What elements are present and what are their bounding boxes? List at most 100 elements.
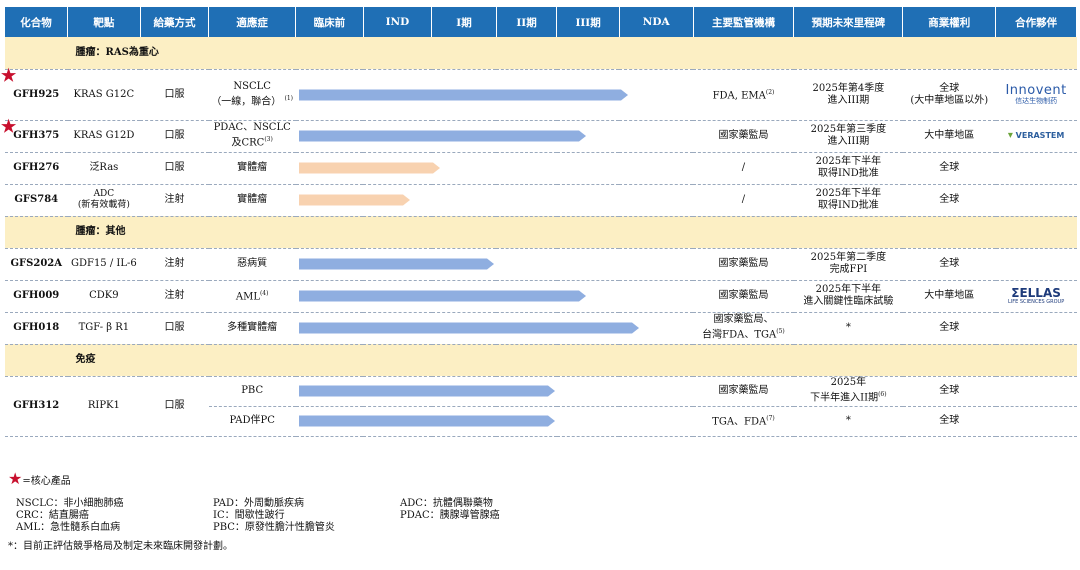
col-indication: 適應症 <box>208 7 297 37</box>
regulator-cell: 國家藥監局、 台灣FDA、TGA(5) <box>693 312 794 345</box>
partner-logo-innovent: Innovent 信达生物制药 <box>995 69 1077 121</box>
table-header: 化合物 靶點 給藥方式 適應症 臨床前 IND I期 II期 III期 NDA … <box>5 7 1077 37</box>
indication-cell: PBC <box>208 376 296 407</box>
milestone-cell: * <box>793 406 903 437</box>
progress-cell <box>295 312 694 345</box>
route-cell: 口服 <box>140 376 209 437</box>
progress-bar <box>298 162 440 174</box>
partner-cell <box>995 248 1077 281</box>
regulator-cell: FDA, EMA(2) <box>693 69 794 121</box>
legend-pdac: PDAC：胰腺導管腺癌 <box>400 510 500 521</box>
rights-cell: 全球 <box>902 184 996 217</box>
target-cell: 泛Ras <box>67 152 141 185</box>
indication-cell: NSCLC （一線，聯合） (1) <box>208 69 296 121</box>
col-regulator: 主要監管機構 <box>693 7 795 37</box>
rights-cell: 全球 <box>902 376 996 407</box>
rights-cell: 全球 <box>902 152 996 185</box>
progress-arrow <box>298 385 555 397</box>
progress-cell <box>295 248 694 281</box>
milestone-cell: 2025年 下半年進入II期(6) <box>793 376 903 407</box>
regulator-cell: 國家藥監局 <box>693 248 794 281</box>
col-compound: 化合物 <box>5 7 69 37</box>
target-cell: ADC (新有效載荷) <box>67 184 141 217</box>
compound-cell: GFH018 <box>5 312 68 345</box>
col-target: 靶點 <box>67 7 141 37</box>
target-cell: TGF- β R1 <box>67 312 141 345</box>
legend-note: *：目前正評估競爭格局及制定未來臨床開發計劃。 <box>8 541 233 552</box>
indication-cell: PAD伴PC <box>208 406 296 437</box>
progress-arrow <box>298 415 555 427</box>
target-cell: KRAS G12D <box>67 120 141 153</box>
col-nda: NDA <box>619 7 694 37</box>
col-ind: IND <box>363 7 433 37</box>
star-icon: ★ <box>8 469 23 488</box>
star-icon: ★ <box>1 65 17 86</box>
route-cell: 注射 <box>140 184 209 217</box>
regulator-cell: 國家藥監局 <box>693 376 794 407</box>
section-row: 免疫 <box>5 344 1077 377</box>
table-row: GFH018 TGF- β R1 口服 多種實體瘤 國家藥監局、 台灣FDA、TG… <box>5 312 1077 345</box>
milestone-cell: 2025年第4季度 進入III期 <box>793 69 903 121</box>
col-partner: 合作夥伴 <box>995 7 1077 37</box>
progress-bar <box>298 130 586 142</box>
progress-cell <box>295 184 694 217</box>
progress-bar <box>298 194 410 206</box>
rights-cell: 全球 <box>902 248 996 281</box>
regulator-cell: / <box>693 184 794 217</box>
route-cell: 口服 <box>140 312 209 345</box>
indication-cell: 實體瘤 <box>208 152 296 185</box>
section-title-immune: 免疫 <box>67 344 1077 377</box>
milestone-cell: 2025年第二季度 完成FPI <box>793 248 903 281</box>
target-cell: RIPK1 <box>67 376 141 437</box>
indication-cell: PDAC、NSCLC 及CRC(3) <box>208 120 296 153</box>
partner-cell <box>995 312 1077 345</box>
rights-cell: 全球 (大中華地區以外) <box>902 69 996 121</box>
progress-arrow <box>298 130 586 142</box>
route-cell: 注射 <box>140 280 209 313</box>
regulator-cell: 國家藥監局 <box>693 120 794 153</box>
col-milestone: 預期未來里程碑 <box>793 7 904 37</box>
legend-crc: CRC：結直腸癌 <box>16 510 89 521</box>
progress-bar <box>298 290 586 302</box>
progress-arrow <box>298 194 410 206</box>
table-row: GFH276 泛Ras 口服 實體瘤 / 2025年下半年 取得IND批准 全球 <box>5 152 1077 185</box>
table-row: ★ GFH375 KRAS G12D 口服 PDAC、NSCLC 及CRC(3) 國… <box>1 118 1077 153</box>
section-title-ras: 腫瘤：RAS為重心 <box>67 37 1077 70</box>
indication-cell: 多種實體瘤 <box>208 312 296 345</box>
progress-bar <box>298 322 639 334</box>
progress-cell <box>295 69 694 121</box>
progress-arrow <box>298 322 639 334</box>
rights-cell: 大中華地區 <box>902 280 996 313</box>
progress-cell <box>295 120 694 153</box>
legend-pad: PAD：外周動脈疾病 <box>213 498 305 509</box>
compound-cell: ★ GFH925 <box>1 67 68 121</box>
partner-logo-sellas: ΣELLAS LIFE SCIENCES GROUP <box>995 280 1077 313</box>
section-title-other: 腫瘤：其他 <box>67 216 1077 249</box>
section-row: 腫瘤：其他 <box>5 216 1077 249</box>
progress-bar <box>298 415 555 427</box>
legend-aml: AML：急性髓系白血病 <box>16 522 121 533</box>
compound-cell: GFS202A <box>5 248 68 281</box>
col-rights: 商業權利 <box>902 7 997 37</box>
indication-cell: AML(4) <box>208 280 296 313</box>
table-row: GFS784 ADC (新有效載荷) 注射 實體瘤 / 2025年下半年 取得IND… <box>5 184 1077 217</box>
progress-cell <box>295 152 694 185</box>
col-phase3: III期 <box>556 7 620 37</box>
legend-adc: ADC：抗體偶聯藥物 <box>400 498 493 509</box>
compound-cell: GFH009 <box>5 280 68 313</box>
section-row: 腫瘤：RAS為重心 <box>5 37 1077 70</box>
compound-cell: GFH276 <box>5 152 68 185</box>
progress-arrow <box>298 89 628 100</box>
regulator-cell: / <box>693 152 794 185</box>
target-cell: GDF15 / IL-6 <box>67 248 141 281</box>
partner-cell <box>995 376 1077 407</box>
legend-pbc: PBC：原發性膽汁性膽管炎 <box>213 522 335 533</box>
partner-cell <box>995 152 1077 185</box>
col-preclinical: 臨床前 <box>295 7 364 37</box>
legend-nsclc: NSCLC：非小細胞肺癌 <box>16 498 124 509</box>
legend-core: ★=核心產品 <box>8 469 71 488</box>
progress-bar <box>298 89 628 100</box>
compound-cell: GFH312 <box>5 376 68 437</box>
verastem-mark-icon: ▾ <box>1007 130 1013 141</box>
star-icon: ★ <box>1 116 17 137</box>
